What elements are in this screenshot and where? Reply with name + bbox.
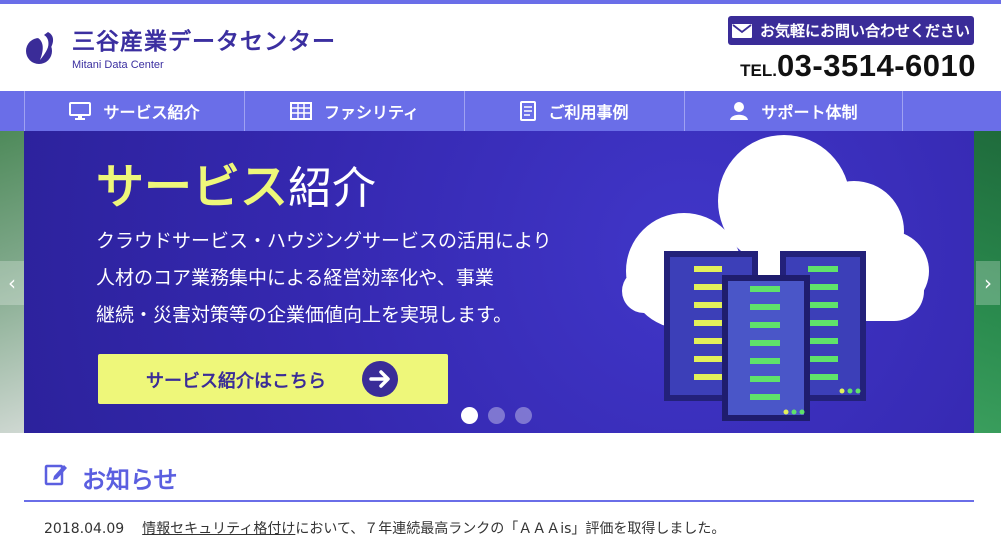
contact-button[interactable]: お気軽にお問い合わせください xyxy=(728,16,974,45)
carousel-next-button[interactable]: › xyxy=(976,261,1000,305)
mail-icon xyxy=(731,23,752,38)
main-navigation: サービス紹介 ファシリティ ご利用事例 サポート体制 xyxy=(0,91,1001,131)
cta-label: サービス紹介はこちら xyxy=(146,371,326,392)
site-header: 三谷産業データセンター Mitani Data Center お気軽にお問い合わ… xyxy=(0,4,1001,91)
logo-mark-icon xyxy=(26,32,54,64)
carousel-dot-1[interactable] xyxy=(461,407,478,424)
hero-carousel: サービス紹介 クラウドサービス・ハウジングサービスの活用により 人材のコア業務集… xyxy=(0,131,1001,433)
monitor-icon xyxy=(69,102,92,120)
news-link[interactable]: 情報セキュリティ格付け xyxy=(142,521,295,537)
news-item: 2018.04.09 情報セキュリティ格付けにおいて、７年連続最高ランクの「ＡＡＡ… xyxy=(44,518,725,538)
person-icon xyxy=(730,102,749,120)
nav-item-label: ファシリティ xyxy=(323,103,420,122)
news-text: において、７年連続最高ランクの「ＡＡＡis」評価を取得しました。 xyxy=(295,521,726,537)
nav-item-label: サービス紹介 xyxy=(103,103,200,122)
arrow-right-circle-icon xyxy=(362,361,398,397)
edit-note-icon xyxy=(44,464,67,486)
nav-item-label: サポート体制 xyxy=(761,103,858,122)
hero-title: サービス紹介 xyxy=(96,157,376,228)
nav-item-facility[interactable]: ファシリティ xyxy=(244,91,464,131)
nav-item-support[interactable]: サポート体制 xyxy=(684,91,903,131)
service-cta-button[interactable]: サービス紹介はこちら xyxy=(98,354,448,404)
hero-description: クラウドサービス・ハウジングサービスの活用により 人材のコア業務集中による経営効… xyxy=(96,230,552,326)
document-icon xyxy=(520,101,537,121)
carousel-dot-3[interactable] xyxy=(515,407,532,424)
chevron-left-icon: ‹ xyxy=(8,271,16,295)
nav-item-label: ご利用事例 xyxy=(548,103,629,122)
server-rack-center-icon xyxy=(722,275,810,421)
hero-slide: サービス紹介 クラウドサービス・ハウジングサービスの活用により 人材のコア業務集… xyxy=(24,131,974,433)
logo-english-name: Mitani Data Center xyxy=(72,59,164,71)
carousel-dots xyxy=(461,407,532,424)
phone-number[interactable]: TEL.03-3514-6010 xyxy=(728,48,976,84)
carousel-prev-button[interactable]: ‹ xyxy=(0,261,24,305)
logo-japanese-name: 三谷産業データセンター xyxy=(72,29,336,55)
carousel-dot-2[interactable] xyxy=(488,407,505,424)
tel-number: 03-3514-6010 xyxy=(776,48,976,83)
grid-icon xyxy=(289,102,312,120)
tel-prefix: TEL. xyxy=(740,61,777,80)
nav-item-cases[interactable]: ご利用事例 xyxy=(464,91,684,131)
contact-button-label: お気軽にお問い合わせください xyxy=(759,22,970,40)
news-section-header: お知らせ xyxy=(24,446,974,502)
hero-title-rest: 紹介 xyxy=(288,163,377,214)
site-logo[interactable]: 三谷産業データセンター Mitani Data Center xyxy=(24,28,336,72)
chevron-right-icon: › xyxy=(984,271,992,295)
nav-item-services[interactable]: サービス紹介 xyxy=(24,91,244,131)
news-date: 2018.04.09 xyxy=(44,521,125,537)
news-title: お知らせ xyxy=(82,466,178,494)
hero-title-accent: サービス xyxy=(96,159,289,215)
